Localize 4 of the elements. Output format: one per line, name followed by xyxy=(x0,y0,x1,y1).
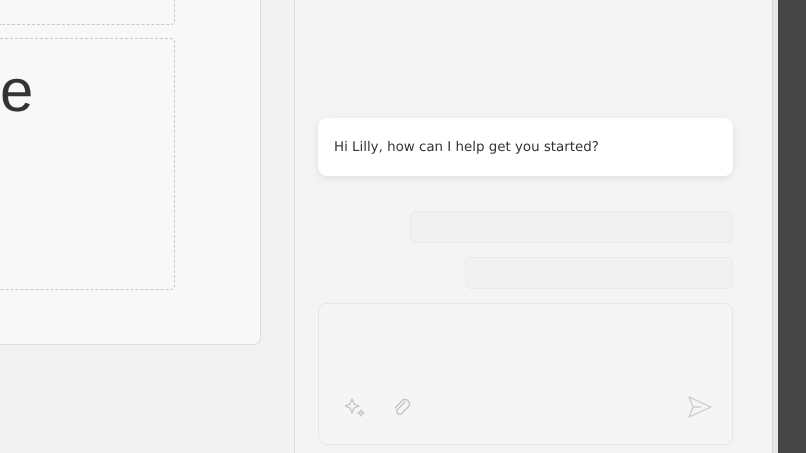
chat-message: Hi Lilly, how can I help get you started? xyxy=(318,118,733,176)
heading-text: e xyxy=(0,61,34,121)
sparkle-icon[interactable] xyxy=(345,396,367,418)
message-input[interactable] xyxy=(318,303,733,445)
